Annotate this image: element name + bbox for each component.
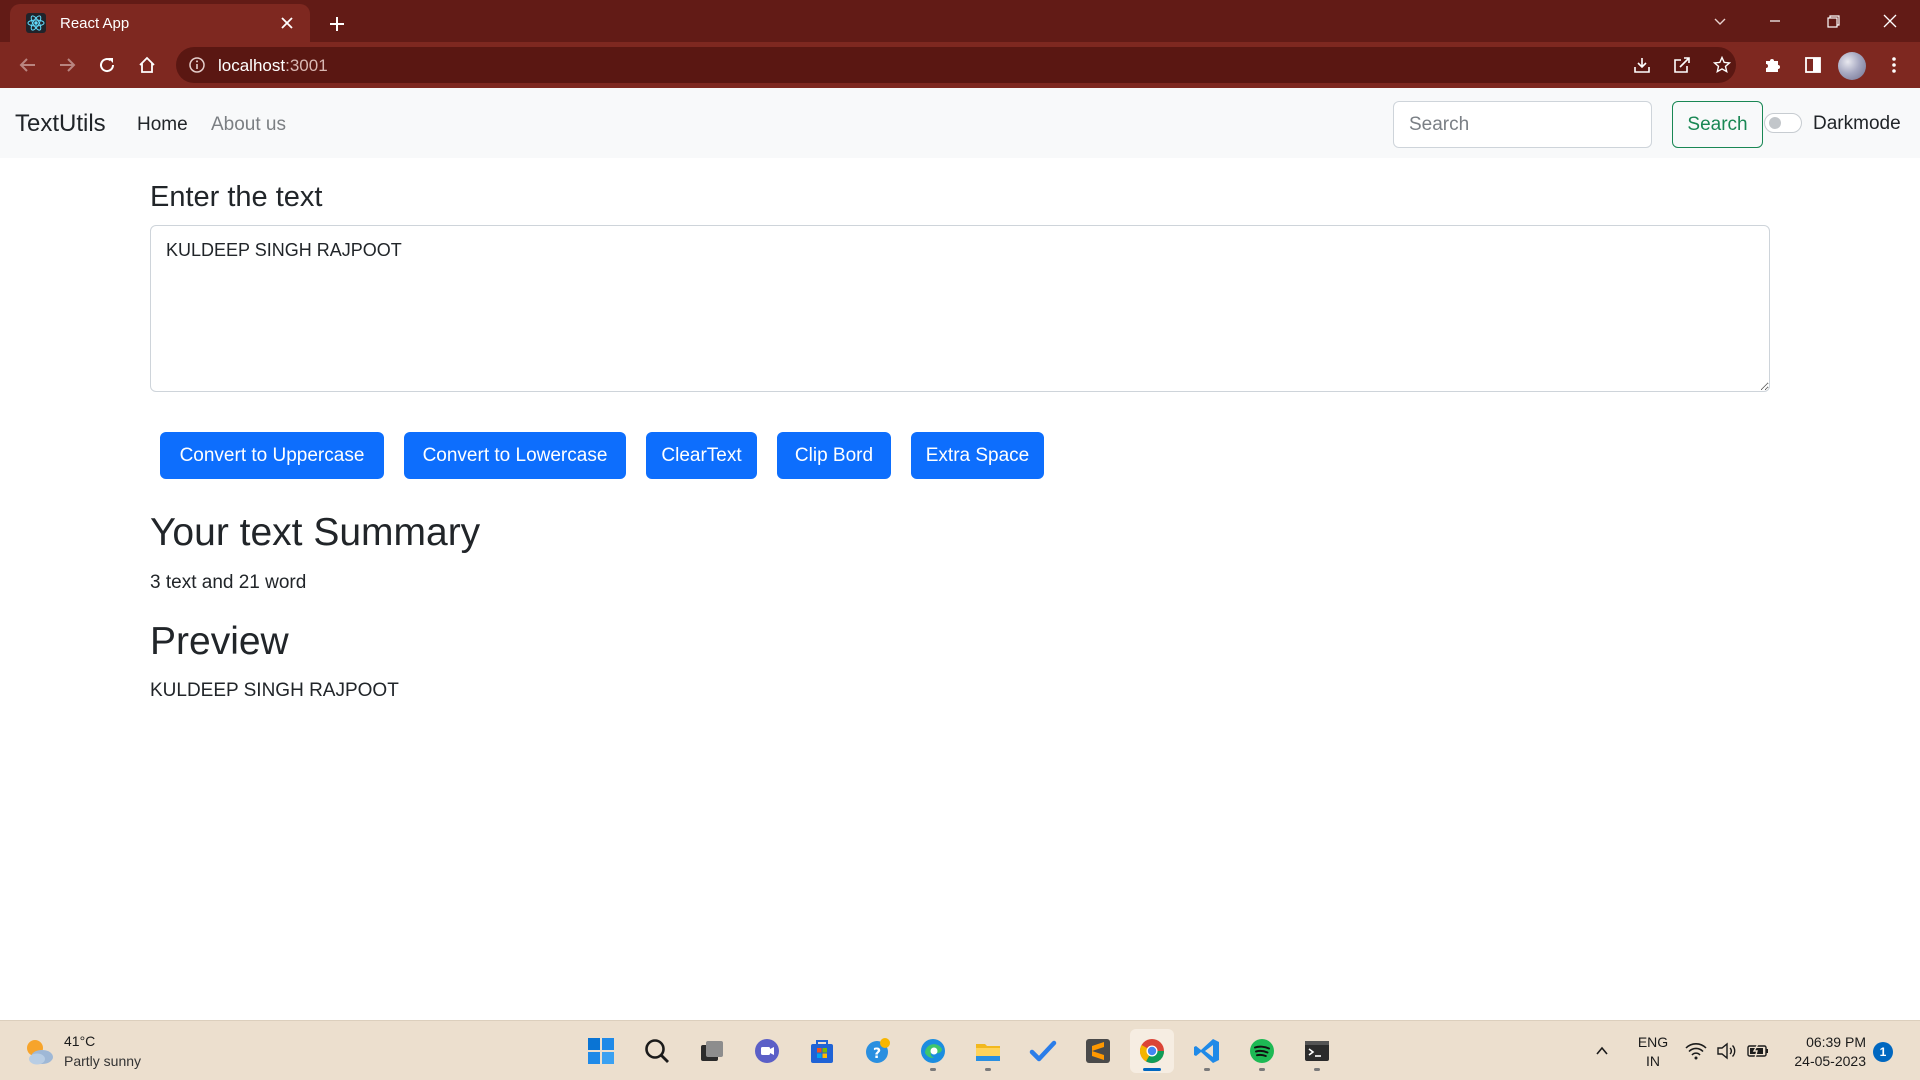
extra-space-button[interactable]: Extra Space — [911, 432, 1044, 479]
weather-temperature[interactable]: 41°C — [64, 1033, 95, 1049]
sublime-text-icon[interactable] — [1076, 1029, 1120, 1073]
site-info-icon[interactable] — [188, 56, 206, 74]
tab-title: React App — [60, 14, 130, 32]
convert-lowercase-button[interactable]: Convert to Lowercase — [404, 432, 626, 479]
darkmode-toggle-knob — [1769, 117, 1781, 129]
bookmark-star-icon[interactable] — [1708, 51, 1736, 79]
preview-title: Preview — [150, 620, 289, 663]
search-icon[interactable] — [635, 1029, 679, 1073]
preview-text: KULDEEP SINGH RAJPOOT — [150, 680, 399, 701]
running-indicator — [1204, 1068, 1210, 1071]
address-bar[interactable]: localhost:3001 — [176, 47, 1736, 83]
back-arrow-icon[interactable] — [12, 49, 44, 81]
wifi-icon[interactable] — [1684, 1039, 1708, 1063]
weather-description[interactable]: Partly sunny — [64, 1053, 141, 1069]
language-code: ENG — [1637, 1034, 1669, 1050]
summary-text: 3 text and 21 word — [150, 572, 307, 593]
profile-avatar[interactable] — [1838, 52, 1866, 80]
forward-arrow-icon[interactable] — [51, 49, 83, 81]
minimize-button[interactable] — [1752, 6, 1798, 36]
enter-text-heading: Enter the text — [150, 181, 323, 213]
new-tab-button[interactable] — [322, 9, 352, 39]
running-indicator — [985, 1068, 991, 1071]
darkmode-toggle[interactable] — [1764, 113, 1802, 133]
home-icon[interactable] — [131, 49, 163, 81]
side-panel-icon[interactable] — [1797, 49, 1829, 81]
extensions-puzzle-icon[interactable] — [1756, 49, 1788, 81]
navbar-brand[interactable]: TextUtils — [15, 110, 106, 138]
nav-link-home[interactable]: Home — [137, 114, 188, 136]
darkmode-label[interactable]: Darkmode — [1813, 113, 1901, 135]
clear-text-button[interactable]: ClearText — [646, 432, 757, 479]
edge-icon[interactable] — [911, 1029, 955, 1073]
nav-link-about[interactable]: About us — [211, 114, 286, 136]
file-explorer-icon[interactable] — [966, 1029, 1010, 1073]
browser-toolbar: localhost:3001 — [0, 42, 1920, 88]
task-view-icon[interactable] — [690, 1029, 734, 1073]
spotify-icon[interactable] — [1240, 1029, 1284, 1073]
vscode-icon[interactable] — [1185, 1029, 1229, 1073]
plus-icon — [330, 17, 344, 31]
system-clock[interactable]: 06:39 PM 24-05-2023 — [1782, 1033, 1866, 1071]
text-input-area[interactable]: KULDEEP SINGH RAJPOOT — [150, 225, 1770, 392]
clipboard-button[interactable]: Clip Bord — [777, 432, 891, 479]
app-navbar: TextUtils Home About us Search Darkmode — [0, 88, 1920, 158]
chrome-menu-icon[interactable] — [1878, 49, 1910, 81]
battery-charging-icon[interactable] — [1746, 1039, 1770, 1063]
weather-partly-sunny-icon[interactable] — [22, 1035, 56, 1069]
react-logo-icon — [26, 13, 46, 33]
show-hidden-icons-chevron-icon[interactable] — [1590, 1039, 1614, 1063]
running-indicator — [930, 1068, 936, 1071]
clock-date: 24-05-2023 — [1794, 1053, 1866, 1069]
reload-icon[interactable] — [91, 49, 123, 81]
svg-text:?: ? — [873, 1046, 881, 1062]
region-code: IN — [1646, 1053, 1660, 1069]
terminal-icon[interactable] — [1295, 1029, 1339, 1073]
store-icon[interactable] — [800, 1029, 844, 1073]
close-window-button[interactable] — [1867, 6, 1913, 36]
chrome-icon[interactable] — [1130, 1029, 1174, 1073]
navbar-search-button[interactable]: Search — [1672, 101, 1763, 148]
start-icon[interactable] — [579, 1029, 623, 1073]
close-tab-icon[interactable] — [276, 12, 298, 34]
volume-icon[interactable] — [1715, 1039, 1739, 1063]
summary-title: Your text Summary — [150, 511, 481, 554]
input-language[interactable]: ENG IN — [1636, 1033, 1670, 1071]
windows-taskbar: 41°C Partly sunny ? ENG IN 06:39 PM 24-0… — [0, 1020, 1920, 1080]
browser-tab[interactable]: React App — [10, 4, 310, 42]
todo-icon[interactable] — [1021, 1029, 1065, 1073]
tab-search-chevron-icon[interactable] — [1697, 6, 1743, 36]
share-icon[interactable] — [1668, 51, 1696, 79]
install-app-icon[interactable] — [1628, 51, 1656, 79]
address-url: localhost:3001 — [218, 56, 328, 75]
navbar-search-input[interactable] — [1393, 101, 1652, 148]
clock-time: 06:39 PM — [1806, 1034, 1866, 1050]
get-help-icon[interactable]: ? — [856, 1029, 900, 1073]
running-indicator — [1259, 1068, 1265, 1071]
notification-badge[interactable]: 1 — [1873, 1042, 1893, 1062]
browser-tab-strip: React App — [0, 0, 1920, 42]
running-indicator — [1314, 1068, 1320, 1071]
active-indicator — [1143, 1068, 1161, 1071]
restore-button[interactable] — [1810, 6, 1856, 36]
convert-uppercase-button[interactable]: Convert to Uppercase — [160, 432, 384, 479]
teams-chat-icon[interactable] — [745, 1029, 789, 1073]
